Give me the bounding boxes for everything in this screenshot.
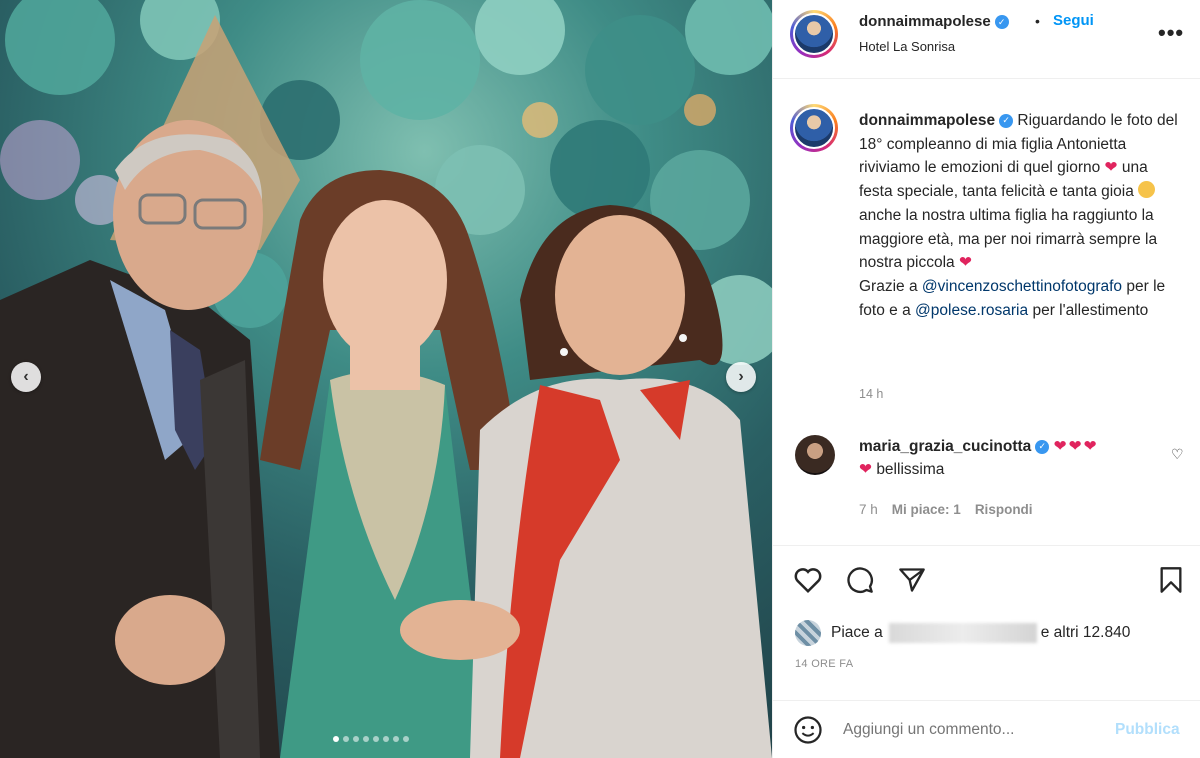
heart-emoji: ❤ [1104,159,1118,177]
photo-illustration [0,0,772,758]
comment-like-icon[interactable]: ♡ [1171,446,1184,463]
comment-meta: 7 h Mi piace: 1 Rispondi [859,502,1033,517]
likes-prefix: Piace a [831,624,883,641]
post-caption: donnaimmapolese ✓ Riguardando le foto del… [859,109,1185,322]
carousel-prev-button[interactable]: ‹ [11,362,41,392]
comment-body: bellissima [876,461,945,478]
comment-input[interactable] [843,721,1093,739]
post-location[interactable]: Hotel La Sonrisa [859,39,955,54]
emoji-picker-icon[interactable] [793,715,823,745]
carousel-next-button[interactable]: › [726,362,756,392]
caption-thanks-prefix: Grazie a [859,277,918,295]
like-heart-icon[interactable] [793,566,823,594]
caption-text-3: anche la nostra ultima figlia ha raggiun… [859,206,1158,272]
liker-username-blurred [888,623,1037,643]
hearts-emoji: ❤❤❤ [1053,438,1099,455]
caption-username[interactable]: donnaimmapolese [859,112,995,129]
comment: maria_grazia_cucinotta ✓ ❤❤❤ ❤ bellissima [859,435,1159,481]
post-photo[interactable]: ‹ › [0,0,772,758]
follow-button[interactable]: Segui [1053,12,1094,29]
author-avatar[interactable] [790,10,838,58]
add-comment-bar: Pubblica [773,700,1200,758]
carousel-dot [403,736,409,742]
carousel-dot [353,736,359,742]
post-panel: donnaimmapolese ✓ • Segui Hotel La Sonris… [772,0,1200,758]
carousel-dot [383,736,389,742]
author-username-text[interactable]: donnaimmapolese [859,13,991,30]
carousel-dot [393,736,399,742]
mention-link[interactable]: @polese.rosaria [915,302,1028,319]
more-options-icon[interactable]: ••• [1158,20,1184,46]
post-date[interactable]: 14 ORE FA [795,658,853,670]
reply-button[interactable]: Rispondi [975,502,1033,517]
publish-button[interactable]: Pubblica [1115,721,1180,739]
commenter-username[interactable]: maria_grazia_cucinotta [859,438,1031,455]
liker-avatar[interactable] [795,620,821,646]
verified-icon: ✓ [999,113,1014,128]
carousel-dot [343,736,349,742]
post-header: donnaimmapolese ✓ • Segui Hotel La Sonris… [773,0,1200,79]
verified-icon: ✓ [1035,439,1050,454]
carousel-dot [333,736,339,742]
likes-suffix[interactable]: e altri 12.840 [1041,624,1131,642]
heart-emoji: ❤ [958,254,972,272]
caption-thanks-suffix: per l'allestimento [1032,301,1149,319]
author-username[interactable]: donnaimmapolese ✓ [859,13,1009,30]
separator-bullet: • [1035,13,1040,29]
comment-icon[interactable] [845,566,875,594]
mention-link[interactable]: @vincenzoschettinofotografo [922,278,1122,295]
commenter-avatar[interactable] [795,435,835,475]
smiling-face-emoji [1138,181,1156,199]
heart-emoji: ❤ [859,461,872,478]
likes-summary: Piace a e altri 12.840 [795,620,1130,646]
caption-avatar[interactable] [790,104,838,152]
caption-time[interactable]: 14 h [859,387,883,401]
verified-icon: ✓ [994,15,1009,30]
carousel-indicator [333,736,409,742]
comment-time[interactable]: 7 h [859,502,878,517]
save-bookmark-icon[interactable] [1158,566,1184,594]
carousel-dot [363,736,369,742]
carousel-dot [373,736,379,742]
share-icon[interactable] [897,566,927,594]
comment-likes[interactable]: Mi piace: 1 [892,502,961,517]
